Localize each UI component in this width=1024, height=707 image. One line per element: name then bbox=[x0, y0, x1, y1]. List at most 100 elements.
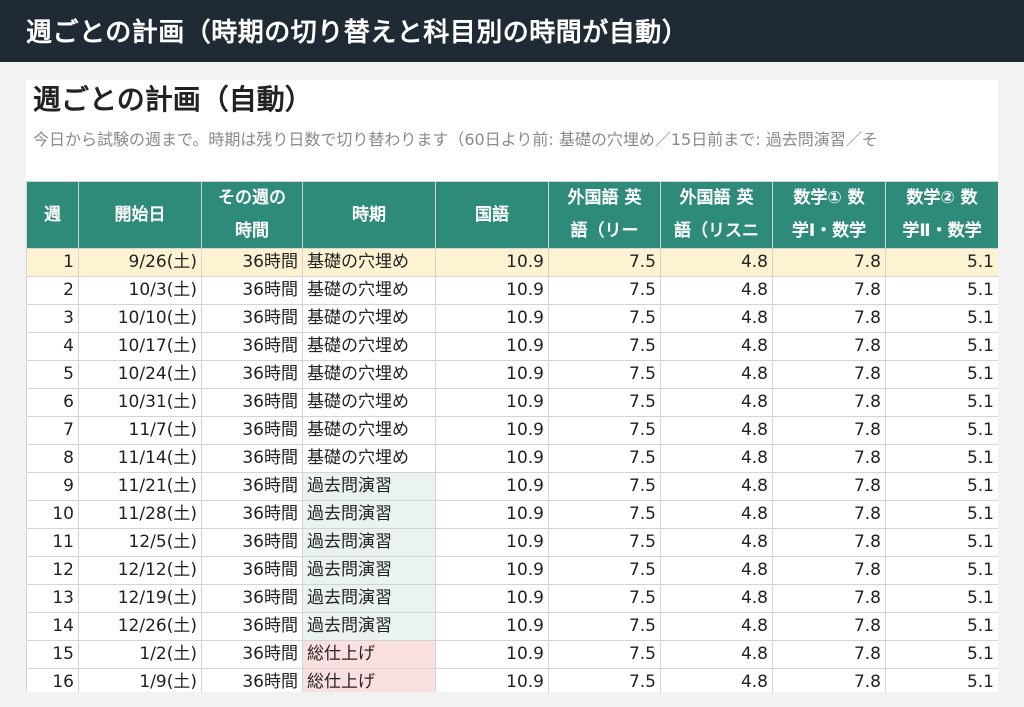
cell-start-date[interactable]: 10/3(土) bbox=[78, 276, 202, 305]
col-header-math1[interactable]: 数学① 数学Ⅰ・数学 bbox=[772, 181, 886, 249]
cell-english-reading[interactable]: 7.5 bbox=[548, 416, 661, 445]
cell-math2[interactable]: 5.1 bbox=[885, 360, 998, 389]
cell-math2[interactable]: 5.1 bbox=[885, 248, 998, 277]
cell-english-reading[interactable]: 7.5 bbox=[548, 500, 661, 529]
table-row[interactable]: 9 11/21(土) 36時間 過去問演習 10.9 7.5 4.8 7.8 5… bbox=[26, 472, 998, 501]
cell-start-date[interactable]: 11/21(土) bbox=[78, 472, 202, 501]
cell-english-reading[interactable]: 7.5 bbox=[548, 640, 661, 669]
cell-start-date[interactable]: 9/26(土) bbox=[78, 248, 202, 277]
cell-week[interactable]: 5 bbox=[26, 360, 79, 389]
cell-weekly-hours[interactable]: 36時間 bbox=[201, 416, 303, 445]
cell-weekly-hours[interactable]: 36時間 bbox=[201, 276, 303, 305]
cell-kokugo[interactable]: 10.9 bbox=[435, 500, 549, 529]
cell-start-date[interactable]: 12/19(土) bbox=[78, 584, 202, 613]
cell-english-reading[interactable]: 7.5 bbox=[548, 304, 661, 333]
cell-start-date[interactable]: 12/26(土) bbox=[78, 612, 202, 641]
table-row[interactable]: 6 10/31(土) 36時間 基礎の穴埋め 10.9 7.5 4.8 7.8 … bbox=[26, 388, 998, 417]
cell-weekly-hours[interactable]: 36時間 bbox=[201, 248, 303, 277]
cell-english-listening[interactable]: 4.8 bbox=[660, 304, 773, 333]
cell-phase[interactable]: 基礎の穴埋め bbox=[302, 332, 436, 361]
cell-english-reading[interactable]: 7.5 bbox=[548, 612, 661, 641]
cell-phase[interactable]: 基礎の穴埋め bbox=[302, 416, 436, 445]
col-header-week[interactable]: 週 bbox=[26, 181, 79, 249]
table-row[interactable]: 8 11/14(土) 36時間 基礎の穴埋め 10.9 7.5 4.8 7.8 … bbox=[26, 444, 998, 473]
cell-math1[interactable]: 7.8 bbox=[772, 444, 886, 473]
cell-english-listening[interactable]: 4.8 bbox=[660, 360, 773, 389]
cell-english-listening[interactable]: 4.8 bbox=[660, 332, 773, 361]
cell-english-reading[interactable]: 7.5 bbox=[548, 472, 661, 501]
table-row[interactable]: 12 12/12(土) 36時間 過去問演習 10.9 7.5 4.8 7.8 … bbox=[26, 556, 998, 585]
col-header-math2[interactable]: 数学② 数学Ⅱ・数学 bbox=[885, 181, 998, 249]
cell-math2[interactable]: 5.1 bbox=[885, 416, 998, 445]
cell-english-listening[interactable]: 4.8 bbox=[660, 444, 773, 473]
cell-weekly-hours[interactable]: 36時間 bbox=[201, 584, 303, 613]
table-row[interactable]: 1 9/26(土) 36時間 基礎の穴埋め 10.9 7.5 4.8 7.8 5… bbox=[26, 248, 998, 277]
cell-weekly-hours[interactable]: 36時間 bbox=[201, 556, 303, 585]
cell-math1[interactable]: 7.8 bbox=[772, 332, 886, 361]
cell-english-listening[interactable]: 4.8 bbox=[660, 248, 773, 277]
cell-kokugo[interactable]: 10.9 bbox=[435, 304, 549, 333]
cell-week[interactable]: 9 bbox=[26, 472, 79, 501]
cell-start-date[interactable]: 10/24(土) bbox=[78, 360, 202, 389]
cell-english-reading[interactable]: 7.5 bbox=[548, 528, 661, 557]
cell-kokugo[interactable]: 10.9 bbox=[435, 360, 549, 389]
cell-math1[interactable]: 7.8 bbox=[772, 416, 886, 445]
cell-start-date[interactable]: 11/28(土) bbox=[78, 500, 202, 529]
cell-math2[interactable]: 5.1 bbox=[885, 556, 998, 585]
cell-phase[interactable]: 基礎の穴埋め bbox=[302, 388, 436, 417]
cell-week[interactable]: 6 bbox=[26, 388, 79, 417]
cell-english-reading[interactable]: 7.5 bbox=[548, 668, 661, 692]
cell-english-listening[interactable]: 4.8 bbox=[660, 584, 773, 613]
cell-math2[interactable]: 5.1 bbox=[885, 640, 998, 669]
cell-kokugo[interactable]: 10.9 bbox=[435, 248, 549, 277]
cell-english-reading[interactable]: 7.5 bbox=[548, 248, 661, 277]
cell-weekly-hours[interactable]: 36時間 bbox=[201, 528, 303, 557]
cell-math2[interactable]: 5.1 bbox=[885, 276, 998, 305]
cell-kokugo[interactable]: 10.9 bbox=[435, 444, 549, 473]
cell-math2[interactable]: 5.1 bbox=[885, 444, 998, 473]
cell-weekly-hours[interactable]: 36時間 bbox=[201, 500, 303, 529]
col-header-weekly-hours[interactable]: その週の 時間 bbox=[201, 181, 303, 249]
cell-english-reading[interactable]: 7.5 bbox=[548, 332, 661, 361]
cell-english-reading[interactable]: 7.5 bbox=[548, 444, 661, 473]
cell-kokugo[interactable]: 10.9 bbox=[435, 416, 549, 445]
table-row[interactable]: 15 1/2(土) 36時間 総仕上げ 10.9 7.5 4.8 7.8 5.1 bbox=[26, 640, 998, 669]
cell-math2[interactable]: 5.1 bbox=[885, 388, 998, 417]
table-row[interactable]: 2 10/3(土) 36時間 基礎の穴埋め 10.9 7.5 4.8 7.8 5… bbox=[26, 276, 998, 305]
cell-math2[interactable]: 5.1 bbox=[885, 612, 998, 641]
cell-weekly-hours[interactable]: 36時間 bbox=[201, 668, 303, 692]
cell-start-date[interactable]: 12/12(土) bbox=[78, 556, 202, 585]
cell-english-reading[interactable]: 7.5 bbox=[548, 276, 661, 305]
cell-week[interactable]: 11 bbox=[26, 528, 79, 557]
cell-phase[interactable]: 過去問演習 bbox=[302, 612, 436, 641]
cell-math1[interactable]: 7.8 bbox=[772, 584, 886, 613]
cell-phase[interactable]: 基礎の穴埋め bbox=[302, 444, 436, 473]
table-row[interactable]: 10 11/28(土) 36時間 過去問演習 10.9 7.5 4.8 7.8 … bbox=[26, 500, 998, 529]
cell-start-date[interactable]: 1/2(土) bbox=[78, 640, 202, 669]
cell-weekly-hours[interactable]: 36時間 bbox=[201, 444, 303, 473]
cell-math1[interactable]: 7.8 bbox=[772, 360, 886, 389]
cell-weekly-hours[interactable]: 36時間 bbox=[201, 304, 303, 333]
cell-math2[interactable]: 5.1 bbox=[885, 472, 998, 501]
cell-kokugo[interactable]: 10.9 bbox=[435, 584, 549, 613]
cell-math1[interactable]: 7.8 bbox=[772, 640, 886, 669]
cell-week[interactable]: 15 bbox=[26, 640, 79, 669]
cell-weekly-hours[interactable]: 36時間 bbox=[201, 472, 303, 501]
cell-week[interactable]: 10 bbox=[26, 500, 79, 529]
cell-english-reading[interactable]: 7.5 bbox=[548, 584, 661, 613]
cell-kokugo[interactable]: 10.9 bbox=[435, 388, 549, 417]
cell-math1[interactable]: 7.8 bbox=[772, 472, 886, 501]
table-row[interactable]: 14 12/26(土) 36時間 過去問演習 10.9 7.5 4.8 7.8 … bbox=[26, 612, 998, 641]
cell-week[interactable]: 8 bbox=[26, 444, 79, 473]
cell-week[interactable]: 1 bbox=[26, 248, 79, 277]
cell-math1[interactable]: 7.8 bbox=[772, 612, 886, 641]
col-header-kokugo[interactable]: 国語 bbox=[435, 181, 549, 249]
cell-weekly-hours[interactable]: 36時間 bbox=[201, 388, 303, 417]
cell-phase[interactable]: 過去問演習 bbox=[302, 472, 436, 501]
table-row[interactable]: 16 1/9(土) 36時間 総仕上げ 10.9 7.5 4.8 7.8 5.1 bbox=[26, 668, 998, 692]
cell-phase[interactable]: 過去問演習 bbox=[302, 556, 436, 585]
cell-english-reading[interactable]: 7.5 bbox=[548, 360, 661, 389]
cell-kokugo[interactable]: 10.9 bbox=[435, 528, 549, 557]
table-row[interactable]: 13 12/19(土) 36時間 過去問演習 10.9 7.5 4.8 7.8 … bbox=[26, 584, 998, 613]
cell-start-date[interactable]: 10/31(土) bbox=[78, 388, 202, 417]
